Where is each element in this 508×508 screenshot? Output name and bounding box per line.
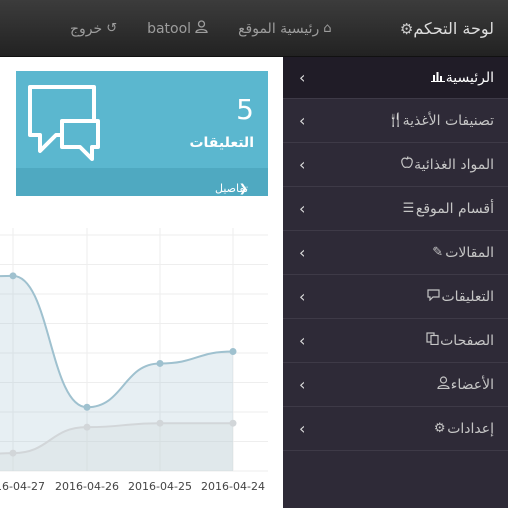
apple-icon [399, 156, 414, 173]
site-home-label: رئيسية الموقع [238, 20, 320, 37]
sidebar-item-label: الصفحات [440, 332, 494, 349]
site-home-link[interactable]: ⌂ رئيسية الموقع [238, 21, 331, 37]
list-icon: ☰ [402, 201, 415, 216]
chevron-left-icon: ‹ [299, 243, 306, 262]
chevron-left-icon: ‹ [299, 199, 306, 218]
username-label: batool [147, 20, 192, 37]
sidebar-item-settings[interactable]: ⚙ إعدادات ‹ [283, 407, 508, 451]
sidebar-item-articles[interactable]: ✎ المقالات ‹ [283, 231, 508, 275]
sidebar-item-pages[interactable]: الصفحات ‹ [283, 319, 508, 363]
chevron-left-icon: ‹ [299, 419, 306, 438]
x-tick-label: 2016-04-27 [0, 480, 45, 493]
user-profile-link[interactable]: batool [147, 20, 208, 37]
sidebar-item-food-categories[interactable]: 🍴 تصنيفات الأغذية ‹ [283, 99, 508, 143]
copy-icon [425, 332, 440, 349]
sidebar-item-site-sections[interactable]: ☰ أقسام الموقع ‹ [283, 187, 508, 231]
sidebar-item-label: المقالات [445, 244, 494, 261]
brand-title: لوحة التحكم [413, 19, 494, 38]
chevron-left-icon: ‹ [299, 68, 306, 87]
data-point [156, 419, 164, 427]
chevron-left-icon: ‹ [299, 155, 306, 174]
top-navbar: ⚙ لوحة التحكم ⌂ رئيسية الموقع batool ↺ خ… [0, 0, 508, 57]
sidebar-item-label: الأعضاء [450, 376, 494, 393]
sidebar-item-label: تصنيفات الأغذية [402, 112, 494, 129]
data-point [83, 423, 91, 431]
comments-count: 5 [236, 93, 254, 126]
sidebar-item-label: المواد الغذائية [414, 156, 494, 173]
x-tick-label: 2016-04-24 [201, 480, 265, 493]
data-point [9, 272, 17, 280]
stat-panel-title: التعليقات [189, 135, 254, 151]
data-point [156, 359, 164, 367]
sidebar-item-home[interactable]: الرئيسية ‹ [283, 57, 508, 99]
user-icon [436, 376, 451, 393]
logout-label: خروج [70, 20, 103, 37]
sidebar-item-food-items[interactable]: المواد الغذائية ‹ [283, 143, 508, 187]
data-point [83, 403, 91, 411]
logout-link[interactable]: ↺ خروج [70, 21, 117, 37]
details-label: تفاصيل [215, 182, 248, 195]
sidebar-item-comments[interactable]: التعليقات ‹ [283, 275, 508, 319]
logout-icon: ↺ [106, 21, 118, 36]
sidebar-item-label: الرئيسية [445, 69, 494, 86]
user-icon [195, 20, 208, 37]
chart-svg: 2016-04-24 2016-04-25 2016-04-26 2016-04-27… [0, 228, 268, 493]
data-point [229, 419, 237, 427]
cogs-icon: ⚙ [433, 421, 446, 436]
sidebar-item-label: أقسام الموقع [415, 200, 494, 217]
comment-icon [426, 288, 441, 305]
bar-chart-icon [431, 70, 446, 86]
chevron-left-icon: ‹ [299, 331, 306, 350]
data-point [9, 449, 17, 457]
sidebar: الرئيسية ‹ 🍴 تصنيفات الأغذية ‹ المواد الغ… [283, 57, 508, 508]
sidebar-item-label: إعدادات [447, 420, 494, 437]
chevron-left-icon: ‹ [299, 111, 306, 130]
sidebar-item-members[interactable]: الأعضاء ‹ [283, 363, 508, 407]
x-tick-label: 2016-04-25 [128, 480, 192, 493]
brand-link[interactable]: ⚙ لوحة التحكم [395, 0, 494, 57]
chevron-left-icon: ‹ [299, 287, 306, 306]
x-tick-label: 2016-04-26 [55, 480, 119, 493]
edit-icon: ✎ [432, 245, 444, 260]
dashboard-gear-icon: ⚙ [399, 19, 414, 38]
home-icon: ⌂ [323, 21, 332, 36]
stat-panel-body: 5 التعليقات [16, 71, 268, 168]
chevron-left-icon: ‹ [299, 375, 306, 394]
sidebar-item-label: التعليقات [441, 288, 494, 305]
cutlery-icon: 🍴 [387, 113, 404, 128]
panel-details-link[interactable]: ❮ تفاصيل [16, 168, 268, 196]
comments-icon [26, 83, 116, 167]
comments-stat-panel: 5 التعليقات ❮ تفاصيل [16, 71, 268, 196]
top-nav-links: ⌂ رئيسية الموقع batool ↺ خروج [70, 0, 332, 57]
data-point [229, 348, 237, 355]
comments-chart: 2016-04-24 2016-04-25 2016-04-26 2016-04-27… [0, 228, 270, 508]
